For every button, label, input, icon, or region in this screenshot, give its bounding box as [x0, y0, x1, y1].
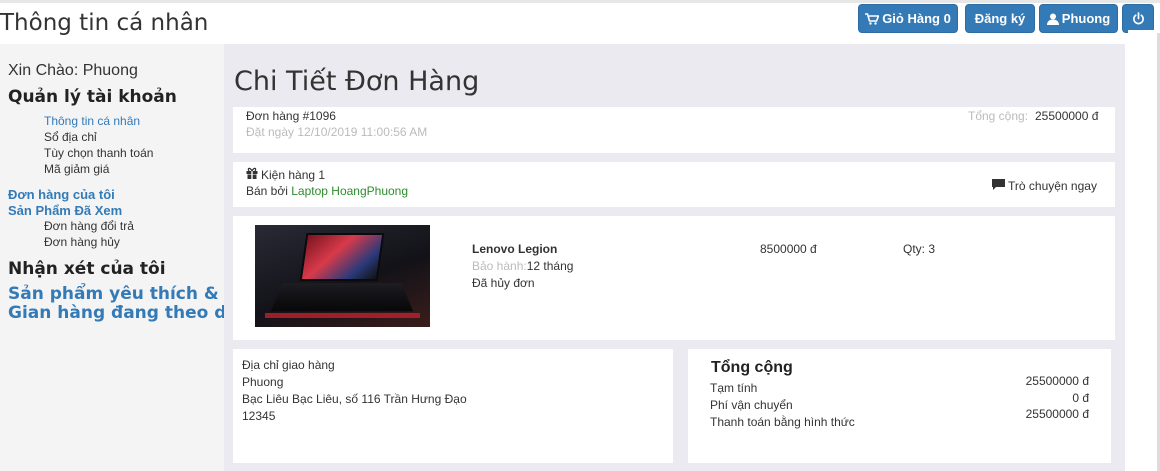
user-icon [1046, 13, 1059, 25]
user-button-label: Phuong [1061, 11, 1111, 26]
product-name[interactable]: Lenovo Legion [472, 242, 557, 256]
top-border [0, 0, 1160, 3]
power-icon [1132, 12, 1145, 25]
sidebar-item-profile[interactable]: Thông tin cá nhân [44, 114, 140, 128]
page-heading: Thông tin cá nhân [0, 10, 209, 36]
user-button[interactable]: Phuong [1039, 4, 1118, 33]
order-date: Đặt ngày 12/10/2019 11:00:56 AM [246, 125, 428, 139]
sidebar [0, 44, 224, 471]
cart-button[interactable]: Giỏ Hàng 0 [858, 4, 958, 33]
laptop-glow-graphic [265, 313, 420, 318]
sidebar-item-cancelled-orders[interactable]: Đơn hàng hủy [44, 235, 120, 249]
shipping-address-title: Địa chỉ giao hàng [242, 358, 335, 372]
sidebar-item-my-orders[interactable]: Đơn hàng của tôi [8, 187, 115, 202]
shipping-fee-label: Phí vận chuyển [710, 398, 793, 412]
order-detail-title: Chi Tiết Đơn Hàng [234, 66, 480, 97]
shipping-fee-value: 0 đ [1072, 391, 1089, 405]
page-gutter [1128, 30, 1154, 471]
sidebar-item-payment-options[interactable]: Tùy chọn thanh toán [44, 146, 153, 160]
greeting: Xin Chào: Phuong [8, 62, 138, 79]
item-status: Đã hủy đơn [472, 276, 535, 290]
sidebar-item-vouchers[interactable]: Mã giảm giá [44, 162, 109, 176]
favorites-line-2: Gian hàng đang theo dõi [8, 303, 244, 323]
chat-icon [992, 179, 1005, 193]
subtotal-value: 25500000 đ [1025, 374, 1089, 388]
product-image[interactable] [255, 225, 430, 327]
warranty-line: Bảo hành:12 tháng [472, 259, 573, 273]
register-button[interactable]: Đăng ký [965, 4, 1035, 33]
account-management-heading: Quản lý tài khoản [8, 87, 177, 107]
chat-now-label: Trò chuyện ngay [1008, 179, 1097, 193]
order-total-value: 25500000 đ [1035, 109, 1099, 123]
sidebar-item-address-book[interactable]: Sổ địa chỉ [44, 130, 97, 144]
package-header: Kiện hàng 1 [246, 167, 325, 182]
sold-by-label: Bán bởi [246, 184, 288, 198]
register-button-label: Đăng ký [974, 11, 1026, 26]
item-price: 8500000 đ [760, 242, 817, 256]
shipping-postal-code: 12345 [242, 409, 276, 423]
sidebar-item-my-reviews[interactable]: Nhận xét của tôi [8, 259, 166, 279]
subtotal-label: Tạm tính [710, 381, 758, 395]
sidebar-item-returns[interactable]: Đơn hàng đổi trả [44, 219, 134, 233]
gift-icon [246, 167, 258, 182]
payment-value: 25500000 đ [1025, 407, 1089, 421]
logout-button[interactable] [1122, 4, 1154, 33]
payment-method-label: Thanh toán bằng hình thức [710, 415, 855, 429]
cart-icon [865, 12, 880, 25]
sidebar-item-viewed-products[interactable]: Sản Phẩm Đã Xem [8, 203, 122, 218]
laptop-base-graphic [270, 283, 414, 312]
shipping-name: Phuong [242, 375, 284, 389]
summary-title: Tổng cộng [711, 359, 793, 376]
warranty-value: 12 tháng [526, 259, 574, 273]
chat-now-link[interactable]: Trò chuyện ngay [992, 179, 1097, 193]
order-number: Đơn hàng #1096 [246, 109, 336, 123]
package-label: Kiện hàng 1 [261, 167, 326, 182]
sidebar-item-favorites[interactable]: Sản phẩm yêu thích & Gian hàng đang theo… [8, 285, 244, 323]
favorites-line-1: Sản phẩm yêu thích & [8, 284, 219, 304]
laptop-screen-graphic [299, 233, 385, 281]
seller-link[interactable]: Laptop HoangPhuong [291, 184, 408, 198]
order-total-label: Tổng cộng: [968, 109, 1029, 123]
sold-by-line: Bán bởi Laptop HoangPhuong [246, 184, 408, 198]
warranty-label: Bảo hành: [472, 259, 527, 273]
item-quantity: Qty: 3 [903, 242, 936, 256]
cart-button-label: Giỏ Hàng 0 [882, 11, 951, 26]
shipping-address: Bạc Liêu Bạc Liêu, số 116 Trần Hưng Đạo [242, 392, 467, 406]
